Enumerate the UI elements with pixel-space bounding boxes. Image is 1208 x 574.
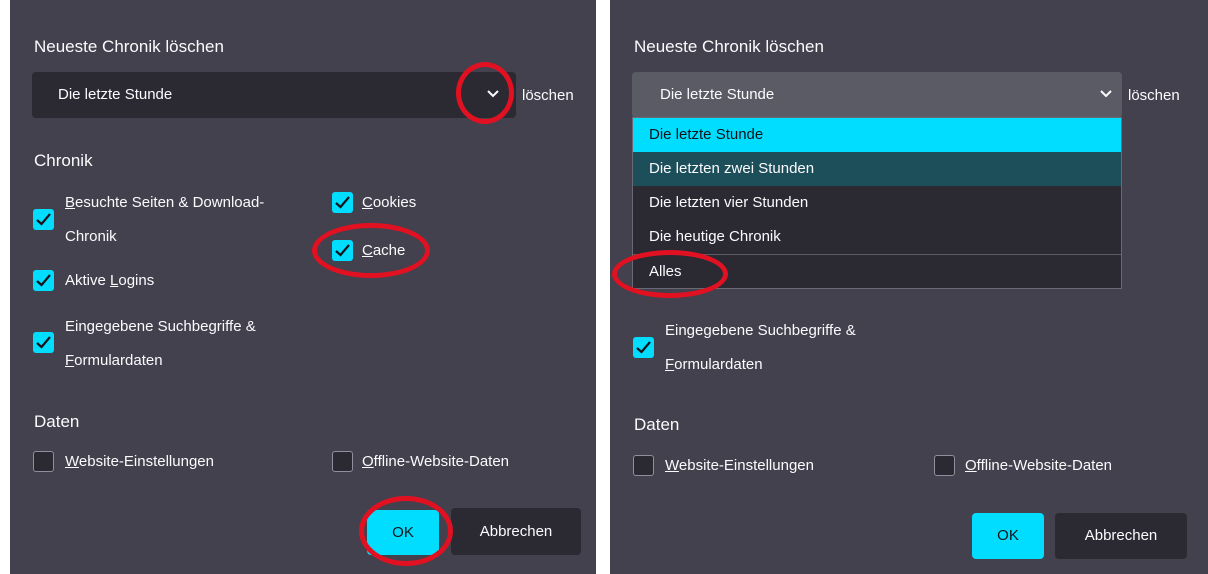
dropdown-option-two-hours[interactable]: Die letzten zwei Stunden [633,152,1121,186]
ok-button[interactable]: OK [367,510,439,555]
clear-history-dialog-right: Neueste Chronik löschen Die letzte Stund… [610,0,1208,574]
cookies-label: Cookies [362,194,417,211]
history-label-line1: Besuchte Seiten & Download- [65,194,265,211]
history-checkbox[interactable] [33,209,54,230]
cache-checkbox[interactable] [332,240,353,261]
time-range-select-open[interactable]: Die letzte Stunde [632,72,1122,118]
cancel-button[interactable]: Abbrechen [451,508,581,555]
formdata-label-line1: Eingegebene Suchbegriffe & [65,318,256,335]
formdata-label-line1: Eingegebene Suchbegriffe & [665,322,856,339]
offline-data-label: Offline-Website-Daten [965,457,1113,474]
chevron-down-icon[interactable] [1096,83,1116,103]
chevron-down-icon[interactable] [483,83,503,103]
section-data-heading: Daten [34,412,80,431]
section-history-heading: Chronik [34,151,93,170]
formdata-checkbox[interactable] [633,337,654,358]
logins-label: Aktive Logins [65,272,155,289]
site-settings-checkbox[interactable] [633,455,654,476]
clear-history-dialog-left: Neueste Chronik löschen Die letzte Stund… [10,0,596,574]
ok-button[interactable]: OK [972,513,1044,559]
dropdown-option-four-hours[interactable]: Die letzten vier Stunden [633,186,1121,220]
cookies-checkbox[interactable] [332,192,353,213]
dropdown-option-everything[interactable]: Alles [633,255,1121,289]
time-range-value: Die letzte Stunde [58,86,173,103]
range-side-label: löschen [522,87,574,104]
offline-data-checkbox[interactable] [934,455,955,476]
site-settings-label: Website-Einstellungen [65,453,214,470]
formdata-label-line2: Formulardaten [665,356,763,373]
site-settings-label: Website-Einstellungen [665,457,814,474]
dropdown-option-today[interactable]: Die heutige Chronik [633,220,1121,254]
site-settings-checkbox[interactable] [33,451,54,472]
formdata-checkbox[interactable] [33,332,54,353]
time-range-value: Die letzte Stunde [660,86,775,103]
section-data-heading: Daten [634,415,680,434]
dialog-title: Neueste Chronik löschen [634,37,824,56]
dialog-title: Neueste Chronik löschen [34,37,224,56]
cancel-button[interactable]: Abbrechen [1055,513,1187,559]
history-label-line2: Chronik [65,228,117,245]
formdata-label-line2: Formulardaten [65,352,163,369]
range-side-label: löschen [1128,87,1180,104]
cache-label: Cache [362,242,406,259]
logins-checkbox[interactable] [33,270,54,291]
dropdown-option-last-hour[interactable]: Die letzte Stunde [633,118,1121,152]
time-range-dropdown: Die letzte Stunde Die letzten zwei Stund… [632,117,1122,289]
offline-data-checkbox[interactable] [332,451,353,472]
time-range-select[interactable]: Die letzte Stunde [32,72,516,118]
offline-data-label: Offline-Website-Daten [362,453,510,470]
